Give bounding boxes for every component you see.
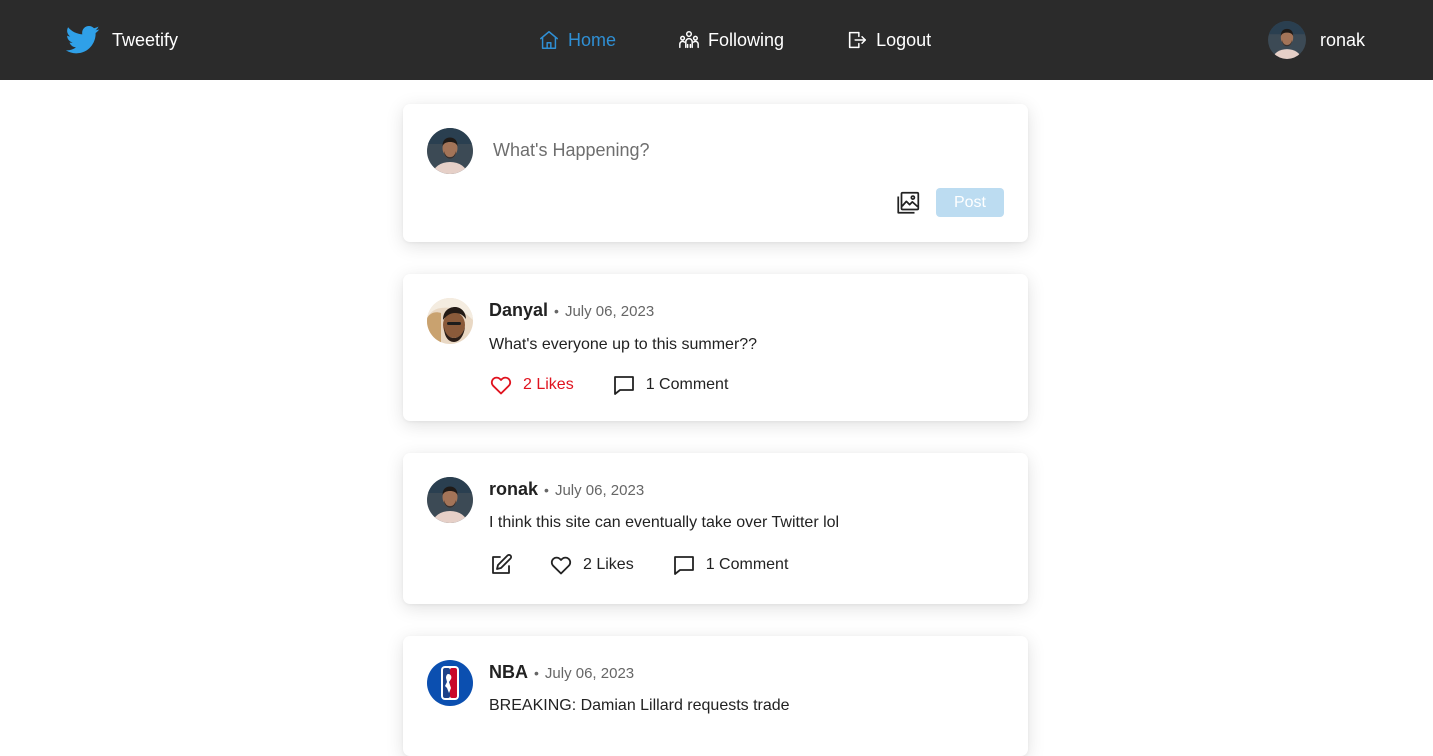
tweet-author-name[interactable]: Danyal bbox=[489, 300, 548, 321]
tweet-actions: 2 Likes 1 Comment bbox=[489, 372, 766, 398]
tweet-header: ronak • July 06, 2023 bbox=[489, 479, 644, 500]
separator-dot: • bbox=[554, 303, 559, 319]
heart-icon bbox=[489, 373, 513, 397]
nav-logout-label: Logout bbox=[876, 29, 932, 50]
tweet-composer: Post bbox=[403, 104, 1028, 242]
like-count: 2 Likes bbox=[523, 376, 574, 393]
tweet-header: NBA • July 06, 2023 bbox=[489, 662, 634, 683]
tweet-header: Danyal • July 06, 2023 bbox=[489, 300, 654, 321]
comment-button[interactable]: 1 Comment bbox=[672, 553, 789, 577]
top-navbar: Tweetify Home Following Logout ronak bbox=[0, 0, 1433, 80]
post-button[interactable]: Post bbox=[936, 188, 1004, 217]
tweet-text: I think this site can eventually take ov… bbox=[489, 514, 840, 531]
separator-dot: • bbox=[534, 665, 539, 681]
user-name: ronak bbox=[1319, 29, 1365, 50]
tweet-card: ronak • July 06, 2023 I think this site … bbox=[403, 453, 1028, 604]
comment-icon bbox=[612, 373, 636, 397]
separator-dot: • bbox=[544, 482, 549, 498]
logout-icon bbox=[846, 29, 868, 51]
comment-button[interactable]: 1 Comment bbox=[612, 373, 729, 397]
composer-avatar bbox=[427, 128, 473, 174]
comment-count: 1 Comment bbox=[645, 376, 729, 393]
tweet-author-avatar[interactable] bbox=[427, 477, 473, 523]
like-button[interactable]: 2 Likes bbox=[489, 373, 574, 397]
heart-icon bbox=[549, 553, 573, 577]
brand-name: Tweetify bbox=[112, 29, 179, 50]
nav-home-label: Home bbox=[568, 29, 617, 50]
primary-nav: Home Following Logout bbox=[538, 24, 931, 56]
nav-logout-link[interactable]: Logout bbox=[846, 29, 931, 51]
tweet-actions: 2 Likes 1 Comment bbox=[489, 552, 826, 578]
bird-logo-icon bbox=[66, 25, 100, 55]
tweet-date: July 06, 2023 bbox=[544, 665, 635, 682]
tweet-author-avatar[interactable] bbox=[427, 660, 473, 706]
like-count: 2 Likes bbox=[583, 556, 634, 573]
tweet-date: July 06, 2023 bbox=[554, 482, 645, 499]
tweet-input[interactable] bbox=[493, 140, 993, 176]
tweet-text: What's everyone up to this summer?? bbox=[489, 336, 758, 353]
tweet-date: July 06, 2023 bbox=[564, 303, 655, 320]
comment-icon bbox=[672, 553, 696, 577]
comment-count: 1 Comment bbox=[705, 556, 789, 573]
tweet-author-avatar[interactable] bbox=[427, 298, 473, 344]
nav-following-label: Following bbox=[708, 29, 785, 50]
tweet-card: Danyal • July 06, 2023 What's everyone u… bbox=[403, 274, 1028, 421]
like-button[interactable]: 2 Likes bbox=[549, 553, 634, 577]
following-icon bbox=[678, 29, 700, 51]
brand-logo-link[interactable]: Tweetify bbox=[66, 24, 178, 56]
tweet-text: BREAKING: Damian Lillard requests trade bbox=[489, 697, 790, 714]
current-user-menu[interactable]: ronak bbox=[1267, 21, 1365, 59]
tweet-author-name[interactable]: ronak bbox=[489, 479, 538, 500]
nav-home-link[interactable]: Home bbox=[538, 29, 616, 51]
nav-following-link[interactable]: Following bbox=[678, 29, 784, 51]
edit-tweet-icon[interactable] bbox=[489, 553, 513, 577]
tweet-author-name[interactable]: NBA bbox=[489, 662, 528, 683]
tweet-card: NBA • July 06, 2023 BREAKING: Damian Lil… bbox=[403, 636, 1028, 756]
user-avatar bbox=[1267, 21, 1306, 59]
home-icon bbox=[538, 29, 560, 51]
image-gallery-icon[interactable] bbox=[895, 190, 921, 216]
